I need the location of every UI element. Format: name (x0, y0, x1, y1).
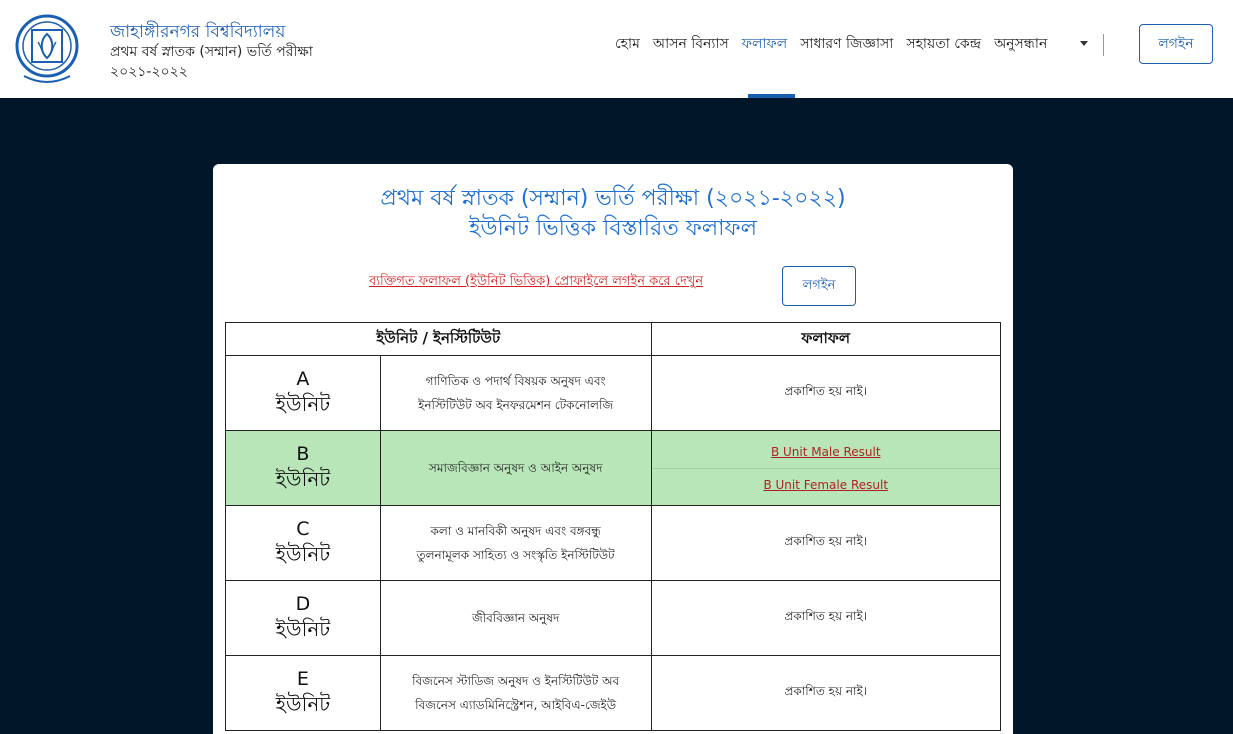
session-year: ২০২১-২০২২ (110, 64, 188, 80)
institute-line: কলা ও মানবিকী অনুষদ এবং বঙ্গবন্ধু (430, 524, 601, 538)
card-title-line2: ইউনিট ভিত্তিক বিস্তারিত ফলাফল (468, 216, 758, 241)
exam-name: প্রথম বর্ষ স্নাতক (সম্মান) ভর্তি পরীক্ষা (110, 44, 313, 60)
unit-word: ইউনিট (275, 617, 331, 641)
institute-cell: কলা ও মানবিকী অনুষদ এবং বঙ্গবন্ধু তুলনাম… (379, 505, 652, 581)
table-row: B ইউনিট সমাজবিজ্ঞান অনুষদ ও আইন অনুষদ B … (225, 430, 1001, 506)
university-seal-icon[interactable] (14, 10, 80, 88)
institute-line: গাণিতিক ও পদার্থ বিষয়ক অনুষদ এবং (425, 374, 606, 388)
nav-divider (1103, 34, 1104, 56)
brand-block[interactable]: জাহাঙ্গীরনগর বিশ্ববিদ্যালয় প্রথম বর্ষ স… (110, 22, 313, 82)
institute-line: বিজনেস স্টাডিজ অনুষদ ও ইনস্টিটিউট অব (412, 674, 620, 688)
unit-cell: B ইউনিট (225, 430, 381, 506)
unit-word: ইউনিট (275, 692, 331, 716)
b-unit-female-result-link[interactable]: B Unit Female Result (651, 467, 1000, 501)
nav-home[interactable]: হোম (615, 32, 640, 56)
unit-word: ইউনিট (275, 542, 331, 566)
login-button[interactable]: লগইন (1139, 24, 1213, 64)
card-login-button[interactable]: লগইন (782, 266, 856, 306)
unit-letter: A (296, 368, 310, 390)
result-status: প্রকাশিত হয় নাই। (650, 505, 1001, 581)
active-tab-indicator (748, 94, 795, 98)
unit-letter: E (296, 668, 309, 690)
institute-line: তুলনামূলক সাহিত্য ও সংস্কৃতি ইনস্টিটিউট (416, 548, 615, 562)
main-nav: হোম আসন বিন্যাস ফলাফল সাধারণ জিজ্ঞাসা সহ… (615, 33, 1060, 55)
nav-seat-plan[interactable]: আসন বিন্যাস (653, 32, 729, 56)
site-header: জাহাঙ্গীরনগর বিশ্ববিদ্যালয় প্রথম বর্ষ স… (0, 0, 1233, 98)
unit-letter: D (295, 593, 311, 615)
nav-help-center[interactable]: সহায়তা কেন্দ্র (906, 32, 981, 56)
unit-letter: C (296, 518, 310, 540)
nav-search[interactable]: অনুসন্ধান (994, 32, 1047, 56)
card-title-line1: প্রথম বর্ষ স্নাতক (সম্মান) ভর্তি পরীক্ষা… (380, 186, 846, 211)
institute-cell: গাণিতিক ও পদার্থ বিষয়ক অনুষদ এবং ইনস্টি… (379, 355, 652, 431)
institute-line: জীববিজ্ঞান অনুষদ (471, 611, 560, 625)
institute-line: সমাজবিজ্ঞান অনুষদ ও আইন অনুষদ (428, 461, 603, 475)
results-table: ইউনিট / ইনস্টিটিউট ফলাফল A ইউনিট গাণিতিক… (225, 322, 1001, 731)
unit-cell: C ইউনিট (225, 505, 381, 581)
institute-line: ইনস্টিটিউট অব ইনফরমেশন টেকনোলজি (418, 398, 614, 412)
table-row: C ইউনিট কলা ও মানবিকী অনুষদ এবং বঙ্গবন্ধ… (225, 505, 1001, 581)
unit-letter: B (296, 443, 310, 465)
b-unit-male-result-link[interactable]: B Unit Male Result (652, 436, 1001, 468)
result-status: প্রকাশিত হয় নাই। (650, 580, 1001, 656)
table-header-row: ইউনিট / ইনস্টিটিউট ফলাফল (225, 322, 1001, 356)
result-links-cell: B Unit Male Result B Unit Female Result (650, 430, 1001, 506)
result-status: প্রকাশিত হয় নাই। (650, 355, 1001, 431)
card-title: প্রথম বর্ষ স্নাতক (সম্মান) ভর্তি পরীক্ষা… (213, 184, 1013, 244)
university-name: জাহাঙ্গীরনগর বিশ্ববিদ্যালয় (110, 22, 286, 42)
header-result: ফলাফল (650, 322, 1001, 356)
institute-cell: সমাজবিজ্ঞান অনুষদ ও আইন অনুষদ (379, 430, 652, 506)
chevron-down-icon[interactable] (1080, 41, 1088, 46)
nav-result[interactable]: ফলাফল (742, 32, 787, 56)
result-status: প্রকাশিত হয় নাই। (650, 655, 1001, 731)
header-unit-institute: ইউনিট / ইনস্টিটিউট (225, 322, 652, 356)
personal-result-link[interactable]: ব্যক্তিগত ফলাফল (ইউনিট ভিত্তিক) প্রোফাইল… (369, 272, 703, 292)
unit-word: ইউনিট (275, 392, 331, 416)
unit-word: ইউনিট (275, 467, 331, 491)
unit-cell: D ইউনিট (225, 580, 381, 656)
institute-cell: বিজনেস স্টাডিজ অনুষদ ও ইনস্টিটিউট অব বিজ… (379, 655, 652, 731)
unit-cell: A ইউনিট (225, 355, 381, 431)
table-row: A ইউনিট গাণিতিক ও পদার্থ বিষয়ক অনুষদ এব… (225, 355, 1001, 431)
table-row: E ইউনিট বিজনেস স্টাডিজ অনুষদ ও ইনস্টিটিউ… (225, 655, 1001, 731)
results-card: প্রথম বর্ষ স্নাতক (সম্মান) ভর্তি পরীক্ষা… (213, 164, 1013, 734)
institute-cell: জীববিজ্ঞান অনুষদ (379, 580, 652, 656)
nav-faq[interactable]: সাধারণ জিজ্ঞাসা (800, 32, 893, 56)
unit-cell: E ইউনিট (225, 655, 381, 731)
institute-line: বিজনেস এ্যাডমিনিস্ট্রেশন, আইবিএ-জেইউ (415, 698, 617, 712)
table-row: D ইউনিট জীববিজ্ঞান অনুষদ প্রকাশিত হয় না… (225, 580, 1001, 656)
